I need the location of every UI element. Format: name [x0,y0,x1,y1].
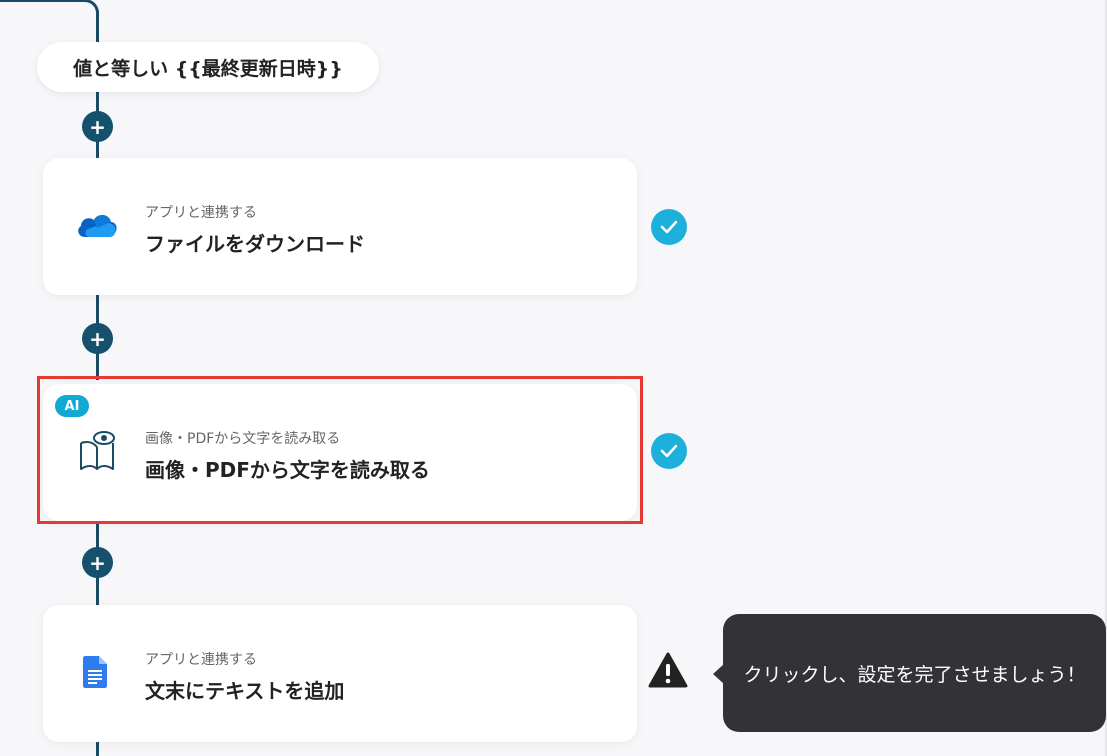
step-title: ファイルをダウンロード [145,232,365,256]
complete-check-icon [651,433,687,469]
step-subtitle: アプリと連携する [145,205,257,221]
step-card-append-text[interactable]: アプリと連携する 文末にテキストを追加 [43,605,637,742]
condition-label: 値と等しい {{最終更新日時}} [73,57,343,80]
complete-check-icon [651,209,687,245]
setup-tooltip: クリックし、設定を完了させましょう！ [723,614,1106,732]
ai-badge: AI [55,395,89,417]
step-title: 文末にテキストを追加 [145,679,345,703]
plus-icon: + [89,114,106,139]
step-card-download[interactable]: アプリと連携する ファイルをダウンロード [43,158,637,295]
tooltip-text: クリックし、設定を完了させましょう！ [743,663,1086,686]
plus-icon: + [89,550,106,575]
selected-step-highlight [37,376,643,524]
step-subtitle: アプリと連携する [145,652,257,668]
onedrive-icon [75,211,119,243]
warning-icon [648,652,688,692]
add-step-button[interactable]: + [82,547,113,578]
flow-connector [96,740,99,756]
add-step-button[interactable]: + [82,323,113,354]
add-step-button[interactable]: + [82,111,113,142]
flow-connector-top [0,0,99,39]
condition-node[interactable]: 値と等しい {{最終更新日時}} [37,42,379,92]
google-docs-icon [83,655,107,692]
plus-icon: + [89,326,106,351]
